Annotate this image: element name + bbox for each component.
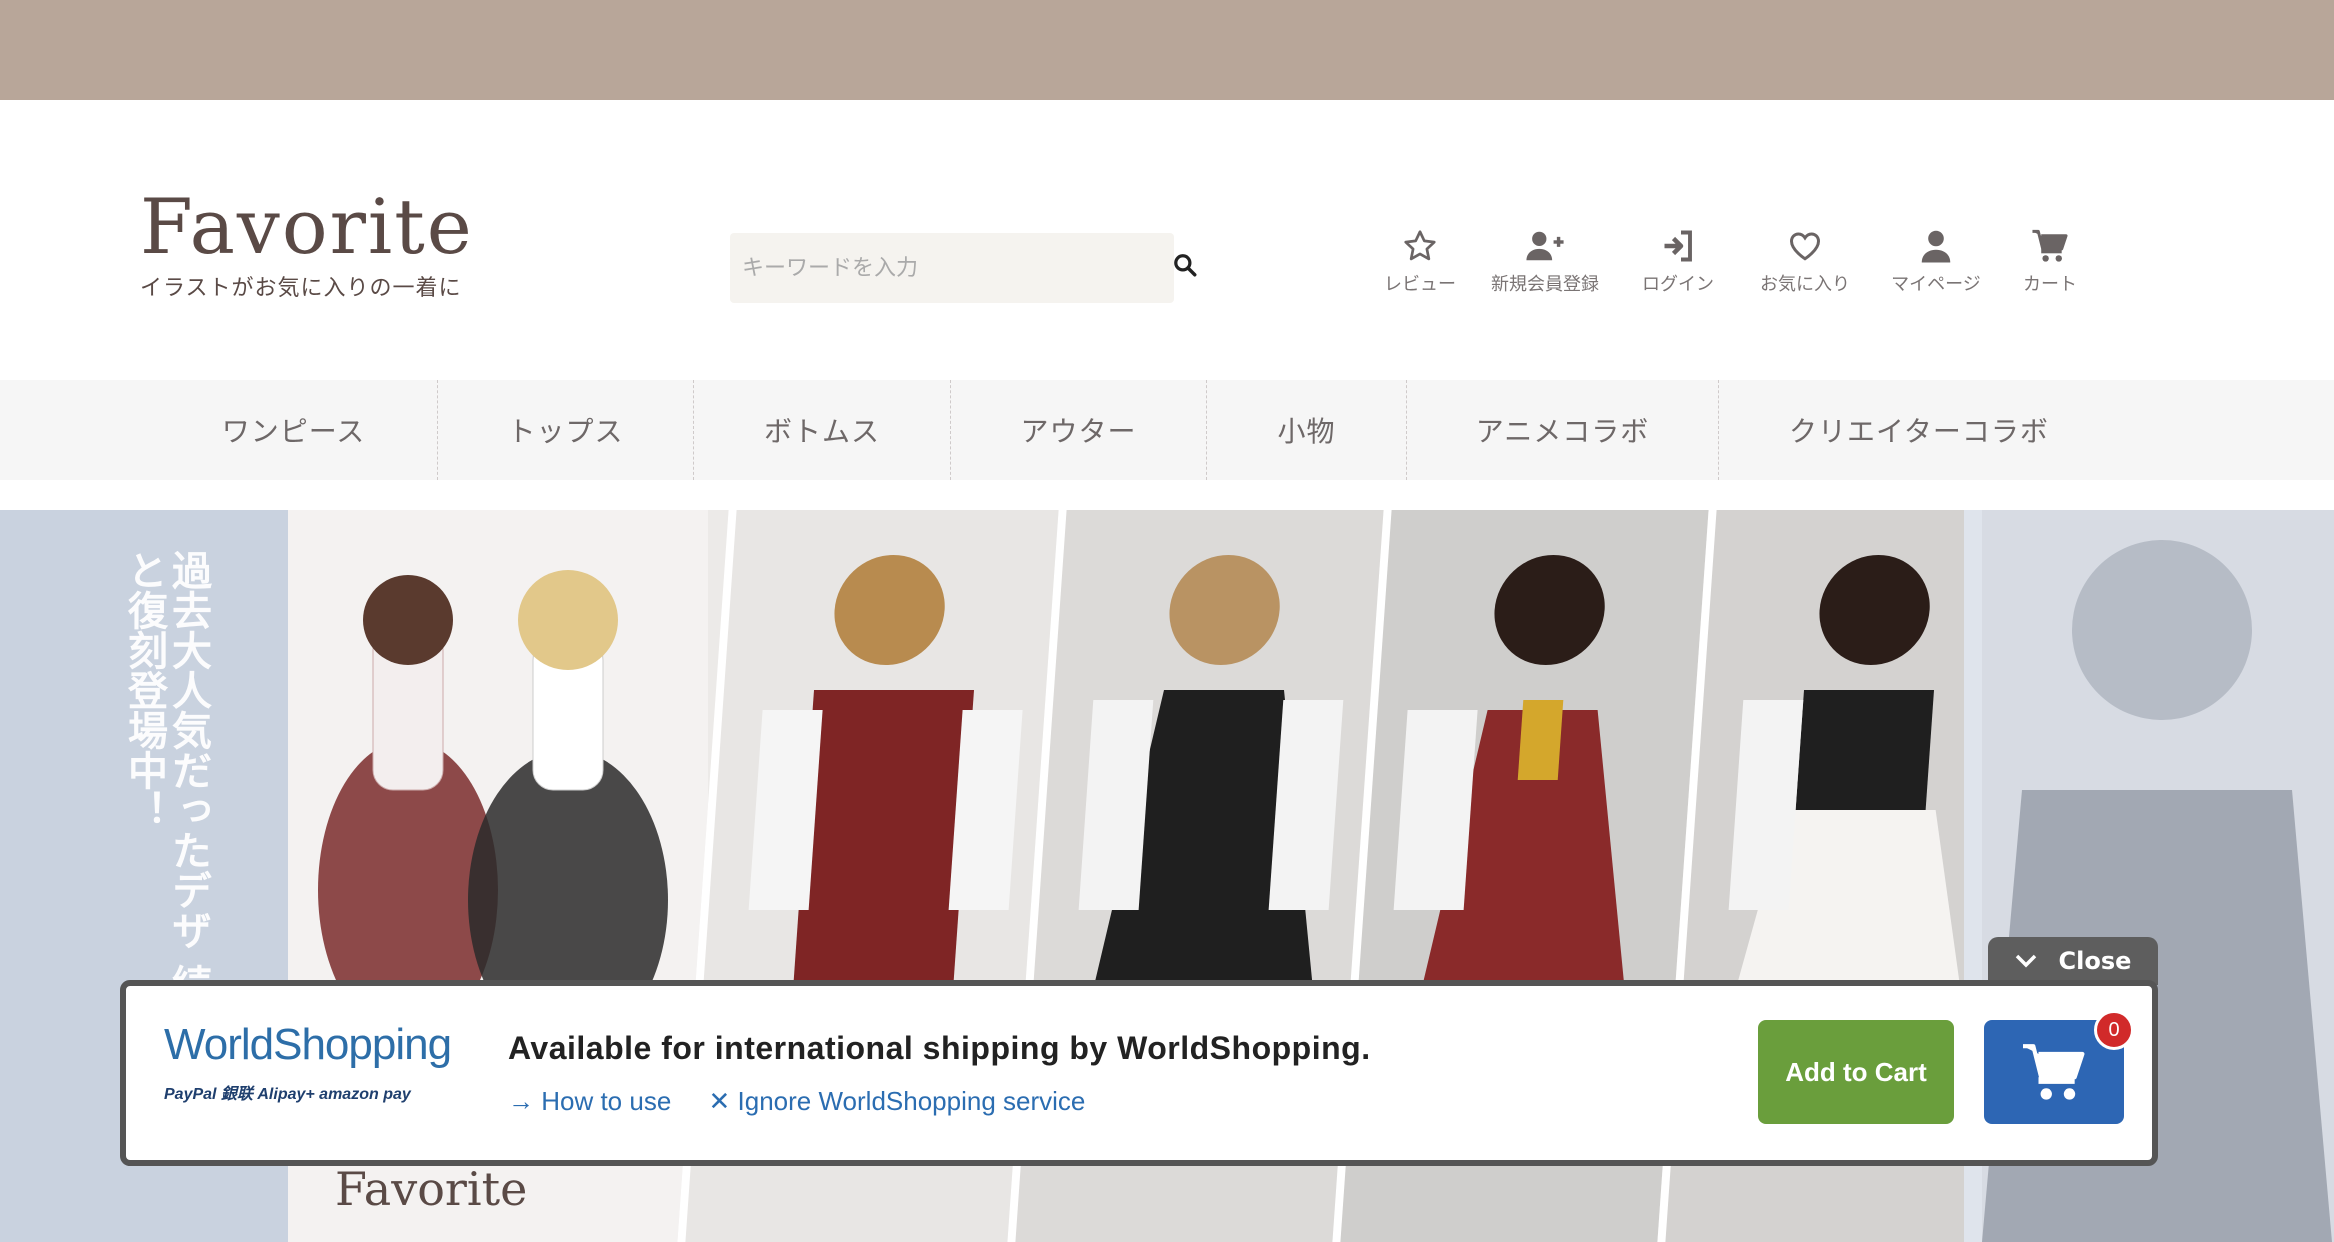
nav-review-label: レビュー	[1384, 274, 1456, 295]
nav-cart[interactable]: カート	[1980, 228, 2120, 296]
ignore-worldshopping-link[interactable]: ✕ Ignore WorldShopping service	[709, 1086, 1086, 1116]
worldshopping-links: → How to use ✕ Ignore WorldShopping serv…	[508, 1086, 1115, 1117]
worldshopping-bar: WorldShopping PayPal 銀联 Alipay+ amazon p…	[120, 980, 2158, 1166]
heart-icon	[1789, 232, 1821, 261]
category-accessories[interactable]: 小物	[1207, 380, 1407, 480]
banner-bottom-logo: Favorite	[335, 1162, 528, 1216]
logo-text: Favorite	[140, 182, 474, 271]
cart-count-badge: 0	[2094, 1010, 2134, 1050]
worldshopping-logo: WorldShopping PayPal 銀联 Alipay+ amazon p…	[164, 1020, 474, 1104]
nav-review[interactable]: レビュー	[1350, 228, 1490, 296]
category-anime-collab[interactable]: アニメコラボ	[1407, 380, 1719, 480]
cart-icon	[2032, 229, 2068, 262]
worldshopping-title: Available for international shipping by …	[508, 1030, 1371, 1066]
search-button[interactable]	[1172, 252, 1204, 284]
category-onepiece[interactable]: ワンピース	[150, 380, 438, 480]
nav-login[interactable]: ログイン	[1608, 228, 1748, 296]
search-box	[730, 233, 1174, 303]
search-icon	[1174, 254, 1197, 277]
star-icon	[1404, 230, 1436, 261]
chevron-down-icon	[2015, 954, 2036, 968]
nav-login-label: ログイン	[1642, 274, 1714, 295]
top-announcement-bar	[0, 0, 2334, 100]
search-input[interactable]	[742, 255, 1174, 281]
worldshopping-logo-text: WorldShopping	[164, 1020, 452, 1069]
cart-icon	[2023, 1044, 2085, 1100]
worldshopping-close-label: Close	[2058, 947, 2132, 975]
category-nav: ワンピース トップス ボトムス アウター 小物 アニメコラボ クリエイターコラボ	[0, 380, 2334, 480]
category-bottoms[interactable]: ボトムス	[694, 380, 951, 480]
login-icon	[1664, 230, 1692, 262]
how-to-use-link[interactable]: → How to use	[508, 1086, 671, 1116]
logo-tagline: イラストがお気に入りの一着に	[140, 276, 462, 301]
user-plus-icon	[1526, 231, 1564, 261]
nav-register[interactable]: 新規会員登録	[1475, 228, 1615, 296]
payment-methods: PayPal 銀联 Alipay+ amazon pay	[164, 1086, 411, 1103]
nav-favorites-label: お気に入り	[1760, 274, 1850, 295]
user-icon	[1921, 230, 1951, 263]
nav-favorites[interactable]: お気に入り	[1735, 228, 1875, 296]
category-creator-collab[interactable]: クリエイターコラボ	[1719, 380, 2119, 480]
site-header: Favorite イラストがお気に入りの一着に レビュー 新規会員登録 ログイン…	[0, 100, 2334, 378]
nav-cart-label: カート	[2023, 274, 2077, 295]
nav-register-label: 新規会員登録	[1491, 274, 1599, 295]
category-tops[interactable]: トップス	[438, 380, 694, 480]
category-outer[interactable]: アウター	[951, 380, 1207, 480]
site-logo[interactable]: Favorite イラストがお気に入りの一着に	[140, 182, 480, 302]
worldshopping-close-button[interactable]: Close	[1988, 937, 2158, 985]
add-to-cart-button[interactable]: Add to Cart	[1758, 1020, 1954, 1124]
